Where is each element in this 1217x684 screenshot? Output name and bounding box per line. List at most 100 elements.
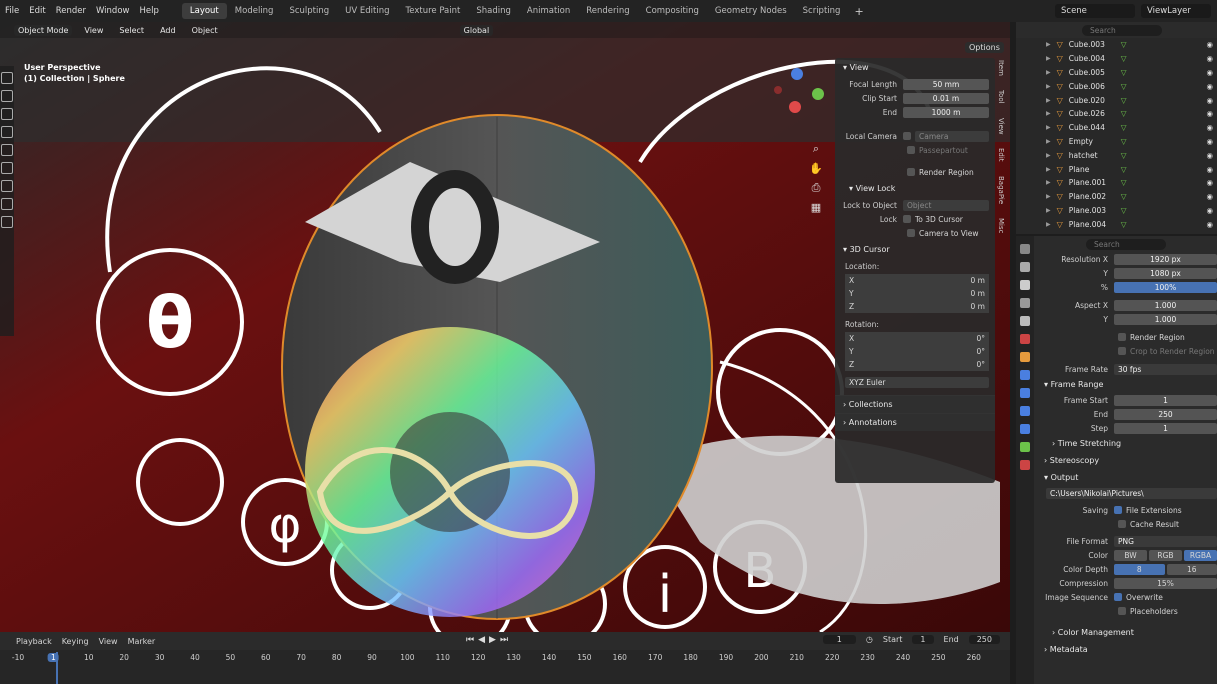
frame-rate-dropdown[interactable]: 30 fps (1114, 363, 1217, 375)
mesh-data-icon[interactable]: ▽ (1121, 68, 1127, 77)
color-mode-rgba[interactable]: RGBA (1184, 549, 1217, 561)
color-management-header[interactable]: › Color Management (1038, 624, 1217, 641)
expand-arrow-icon[interactable]: ▶ (1046, 193, 1051, 200)
resolution-x-field[interactable]: 1920 px (1114, 253, 1217, 265)
visibility-eye-icon[interactable]: ◉ (1206, 40, 1213, 49)
tab-compositing[interactable]: Compositing (638, 0, 707, 22)
transform-tool-icon[interactable] (1, 162, 13, 174)
tool-properties-icon[interactable] (1020, 244, 1030, 254)
crop-checkbox[interactable] (1118, 347, 1126, 355)
mesh-data-icon[interactable]: ▽ (1121, 109, 1127, 118)
add-workspace-button[interactable]: + (848, 5, 869, 18)
mesh-data-icon[interactable]: ▽ (1121, 206, 1127, 215)
expand-arrow-icon[interactable]: ▶ (1046, 97, 1051, 104)
visibility-eye-icon[interactable]: ◉ (1206, 220, 1213, 229)
visibility-eye-icon[interactable]: ◉ (1206, 165, 1213, 174)
render-region-checkbox[interactable] (1118, 333, 1126, 341)
expand-arrow-icon[interactable]: ▶ (1046, 55, 1051, 62)
outliner-row[interactable]: ▶ ▽ Cube.003 ▽ ◉ (1016, 38, 1217, 52)
mesh-data-icon[interactable]: ▽ (1121, 54, 1127, 63)
menu-edit[interactable]: Edit (24, 0, 50, 22)
tab-geometry-nodes[interactable]: Geometry Nodes (707, 0, 795, 22)
file-format-dropdown[interactable]: PNG (1114, 535, 1217, 547)
cursor-rotation-z[interactable]: Z 0° (845, 358, 989, 371)
options-button[interactable]: Options (965, 42, 1004, 53)
transform-orientation-selector[interactable]: Global (459, 24, 494, 36)
color-mode-bw[interactable]: BW (1114, 549, 1147, 561)
stereoscopy-header[interactable]: › Stereoscopy (1038, 452, 1217, 469)
tab-bagapie[interactable]: BagaPie (997, 176, 1005, 204)
select-tool-icon[interactable] (1, 72, 13, 84)
camera-to-view-checkbox[interactable] (907, 229, 915, 237)
color-depth-16[interactable]: 16 (1166, 563, 1217, 575)
tab-item[interactable]: Item (997, 60, 1005, 76)
cache-result-checkbox[interactable] (1118, 520, 1126, 528)
lock-to-object-field[interactable]: Object (903, 199, 989, 211)
to-3d-cursor-checkbox[interactable] (903, 215, 911, 223)
scale-tool-icon[interactable] (1, 144, 13, 156)
mesh-data-icon[interactable]: ▽ (1121, 137, 1127, 146)
constraints-icon[interactable] (1020, 424, 1030, 434)
outliner-row[interactable]: ▶ ▽ Cube.044 ▽ ◉ (1016, 121, 1217, 135)
annotate-tool-icon[interactable] (1, 180, 13, 192)
menu-help[interactable]: Help (134, 0, 163, 22)
particles-icon[interactable] (1020, 388, 1030, 398)
collections-header[interactable]: › Collections (835, 395, 995, 413)
current-frame-field[interactable]: 1 (822, 635, 856, 644)
expand-arrow-icon[interactable]: ▶ (1046, 166, 1051, 173)
cursor-rotation-y[interactable]: Y 0° (845, 345, 989, 358)
object-properties-icon[interactable] (1020, 352, 1030, 362)
expand-arrow-icon[interactable]: ▶ (1046, 41, 1051, 48)
frame-range-header[interactable]: ▾ Frame Range (1038, 376, 1217, 393)
physics-icon[interactable] (1020, 406, 1030, 416)
viewport-menu-view[interactable]: View (80, 25, 107, 36)
cursor-location-x[interactable]: X 0 m (845, 274, 989, 287)
outliner-row[interactable]: ▶ ▽ Cube.006 ▽ ◉ (1016, 79, 1217, 93)
view-lock-header[interactable]: ▾ View Lock (835, 179, 995, 198)
compression-slider[interactable]: 15% (1114, 577, 1217, 589)
resolution-y-field[interactable]: 1080 px (1114, 267, 1217, 279)
zoom-icon[interactable]: ⌕ (808, 142, 824, 156)
mode-selector[interactable]: Object Mode (14, 24, 73, 36)
tab-layout[interactable]: Layout (181, 3, 227, 19)
menu-render[interactable]: Render (51, 0, 91, 22)
visibility-eye-icon[interactable]: ◉ (1206, 151, 1213, 160)
visibility-eye-icon[interactable]: ◉ (1206, 96, 1213, 105)
file-extensions-checkbox[interactable] (1114, 506, 1122, 514)
render-properties-icon[interactable] (1020, 262, 1030, 272)
timeline-menu-view[interactable]: View (99, 637, 118, 646)
tab-edit[interactable]: Edit (997, 148, 1005, 162)
cursor-location-z[interactable]: Z 0 m (845, 300, 989, 313)
tab-uv-editing[interactable]: UV Editing (337, 0, 397, 22)
aspect-x-field[interactable]: 1.000 (1114, 299, 1217, 311)
tab-misc[interactable]: Misc (997, 218, 1005, 233)
clip-start-field[interactable]: 0.01 m (903, 92, 989, 104)
playback-controls[interactable]: ⏮◀▶⏭ (466, 635, 512, 645)
rotate-tool-icon[interactable] (1, 126, 13, 138)
passepartout-checkbox[interactable] (907, 146, 915, 154)
expand-arrow-icon[interactable]: ▶ (1046, 69, 1051, 76)
expand-arrow-icon[interactable]: ▶ (1046, 138, 1051, 145)
mesh-data-icon[interactable]: ▽ (1121, 165, 1127, 174)
outliner-row[interactable]: ▶ ▽ Cube.026 ▽ ◉ (1016, 107, 1217, 121)
cursor-tool-icon[interactable] (1, 90, 13, 102)
mesh-data-icon[interactable]: ▽ (1121, 123, 1127, 132)
visibility-eye-icon[interactable]: ◉ (1206, 68, 1213, 77)
placeholders-checkbox[interactable] (1118, 607, 1126, 615)
view-layer-icon[interactable] (1020, 298, 1030, 308)
measure-tool-icon[interactable] (1, 198, 13, 210)
visibility-eye-icon[interactable]: ◉ (1206, 123, 1213, 132)
tab-animation[interactable]: Animation (519, 0, 578, 22)
output-header[interactable]: ▾ Output (1038, 469, 1217, 486)
expand-arrow-icon[interactable]: ▶ (1046, 110, 1051, 117)
annotations-header[interactable]: › Annotations (835, 413, 995, 431)
cursor-location-y[interactable]: Y 0 m (845, 287, 989, 300)
tab-view[interactable]: View (997, 118, 1005, 135)
hand-pan-icon[interactable]: ✋ (808, 162, 824, 175)
frame-start-field[interactable]: 1 (1114, 394, 1217, 406)
expand-arrow-icon[interactable]: ▶ (1046, 83, 1051, 90)
material-properties-icon[interactable] (1020, 460, 1030, 470)
aspect-y-field[interactable]: 1.000 (1114, 313, 1217, 325)
tab-sculpting[interactable]: Sculpting (281, 0, 337, 22)
end-frame-field[interactable]: 250 (968, 635, 1000, 644)
